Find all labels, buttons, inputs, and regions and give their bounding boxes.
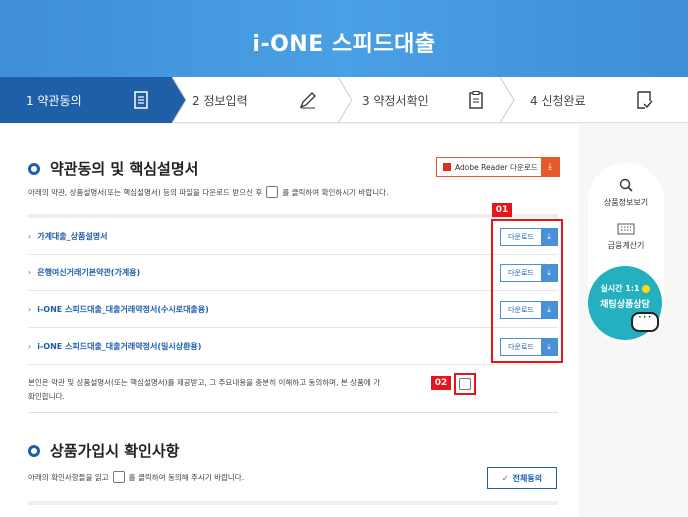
page-title: i-ONE 스피드대출 bbox=[252, 32, 436, 57]
terms-desc-text: 아래의 약관, 상품설명서(또는 핵심설명서) 등의 파일을 다운로드 받으신 … bbox=[28, 187, 263, 197]
calculator-label: 금융계산기 bbox=[607, 241, 645, 250]
step-separator bbox=[500, 77, 515, 123]
section-1-title: 약관동의 및 핵심설명서 bbox=[50, 160, 199, 178]
search-icon bbox=[619, 178, 633, 192]
consent-checkbox[interactable] bbox=[459, 378, 471, 390]
document-row: › i-ONE 스피드대출_대출거래약정서(일시상환용) 다운로드 ⤓ bbox=[28, 329, 558, 365]
play-icon bbox=[641, 284, 650, 293]
bullet-icon bbox=[28, 444, 40, 457]
step-4: 4 신청완료 bbox=[516, 77, 688, 123]
divider bbox=[28, 412, 558, 413]
document-row: › 가계대출_상품설명서 다운로드 ⤓ bbox=[28, 219, 558, 255]
document-name[interactable]: 가계대출_상품설명서 bbox=[37, 231, 107, 242]
check-icon: ✓ bbox=[501, 473, 509, 483]
step-separator bbox=[338, 77, 353, 123]
chat-label-1: 실시간 1:1 bbox=[600, 284, 640, 293]
consent-line-2: 확인합니다. bbox=[28, 392, 65, 401]
checkbox-icon bbox=[266, 186, 279, 198]
terms-description: 아래의 약관, 상품설명서(또는 핵심설명서) 등의 파일을 다운로드 받으신 … bbox=[28, 186, 388, 198]
bullet-icon bbox=[28, 162, 40, 175]
adobe-label: Adobe Reader 다운로드 bbox=[455, 162, 538, 172]
adobe-reader-download-button[interactable]: Adobe Reader 다운로드 ⤓ bbox=[436, 157, 560, 177]
calculator-link[interactable]: 금융계산기 bbox=[588, 223, 664, 251]
step-2: 2 정보입력 bbox=[172, 77, 344, 123]
agree-all-label: 전체동의 bbox=[512, 473, 543, 483]
step-separator bbox=[172, 77, 187, 123]
step-1: 1 약관동의 bbox=[0, 77, 186, 123]
consent-line-1: 본인은 약관 및 상품설명서(또는 핵심설명서)를 제공받고, 그 주요내용을 … bbox=[28, 378, 381, 387]
step-3: 3 약정서확인 bbox=[344, 77, 516, 123]
product-info-label: 상품정보보기 bbox=[603, 198, 649, 207]
confirm-desc-text-2: 를 클릭하여 동의해 주시기 바랍니다. bbox=[128, 472, 245, 482]
divider bbox=[28, 214, 558, 218]
product-info-link[interactable]: 상품정보보기 bbox=[588, 177, 664, 208]
confirm-description: 아래의 확인사항들을 읽고 를 클릭하여 동의해 주시기 바랍니다. bbox=[28, 471, 244, 483]
pen-icon bbox=[299, 92, 316, 109]
chevron-right-icon: › bbox=[28, 268, 32, 277]
chat-label-2: 채팅상품상담 bbox=[600, 300, 650, 310]
header-banner: i-ONE 스피드대출 bbox=[0, 0, 688, 77]
consent-text: 본인은 약관 및 상품설명서(또는 핵심설명서)를 제공받고, 그 주요내용을 … bbox=[28, 376, 448, 404]
chevron-right-icon: › bbox=[28, 305, 32, 314]
section-2-title: 상품가입시 확인사항 bbox=[50, 442, 180, 460]
step-2-label: 2 정보입력 bbox=[192, 93, 248, 108]
agree-all-button[interactable]: ✓ 전체동의 bbox=[487, 467, 557, 489]
document-name[interactable]: i-ONE 스피드대출_대출거래약정서(일시상환용) bbox=[37, 341, 201, 352]
divider bbox=[28, 501, 558, 505]
section-title-terms: 약관동의 및 핵심설명서 bbox=[28, 158, 198, 179]
document-row: › i-ONE 스피드대출_대출거래약정서(수시로대출용) 다운로드 ⤓ bbox=[28, 292, 558, 328]
step-1-label: 1 약관동의 bbox=[26, 93, 82, 108]
step-progress-bar: 1 약관동의 2 정보입력 3 약정서확인 4 신청완료 bbox=[0, 77, 688, 123]
document-name[interactable]: 은행여신거래기본약관(가계용) bbox=[37, 267, 140, 278]
step-4-label: 4 신청완료 bbox=[530, 93, 586, 108]
download-icon: ⤓ bbox=[541, 158, 559, 176]
chevron-right-icon: › bbox=[28, 232, 32, 241]
section-title-confirm: 상품가입시 확인사항 bbox=[28, 440, 179, 461]
clipboard-icon bbox=[469, 91, 483, 109]
pdf-icon bbox=[443, 163, 451, 171]
annotation-badge-02: 02 bbox=[431, 376, 451, 390]
document-icon bbox=[134, 91, 148, 109]
annotation-box-downloads bbox=[491, 219, 563, 363]
step-3-label: 3 약정서확인 bbox=[362, 93, 429, 108]
terms-desc-text-2: 를 클릭하여 확인하시기 바랍니다. bbox=[282, 187, 389, 197]
chat-bubble-icon bbox=[631, 310, 659, 332]
checklist-icon bbox=[637, 91, 653, 109]
confirm-desc-text: 아래의 확인사항들을 읽고 bbox=[28, 472, 109, 482]
chevron-right-icon: › bbox=[28, 342, 32, 351]
annotation-badge-01: 01 bbox=[492, 203, 512, 217]
keyboard-icon bbox=[617, 223, 635, 235]
document-row: › 은행여신거래기본약관(가계용) 다운로드 ⤓ bbox=[28, 255, 558, 291]
document-name[interactable]: i-ONE 스피드대출_대출거래약정서(수시로대출용) bbox=[37, 304, 209, 315]
checkbox-icon bbox=[112, 471, 125, 483]
